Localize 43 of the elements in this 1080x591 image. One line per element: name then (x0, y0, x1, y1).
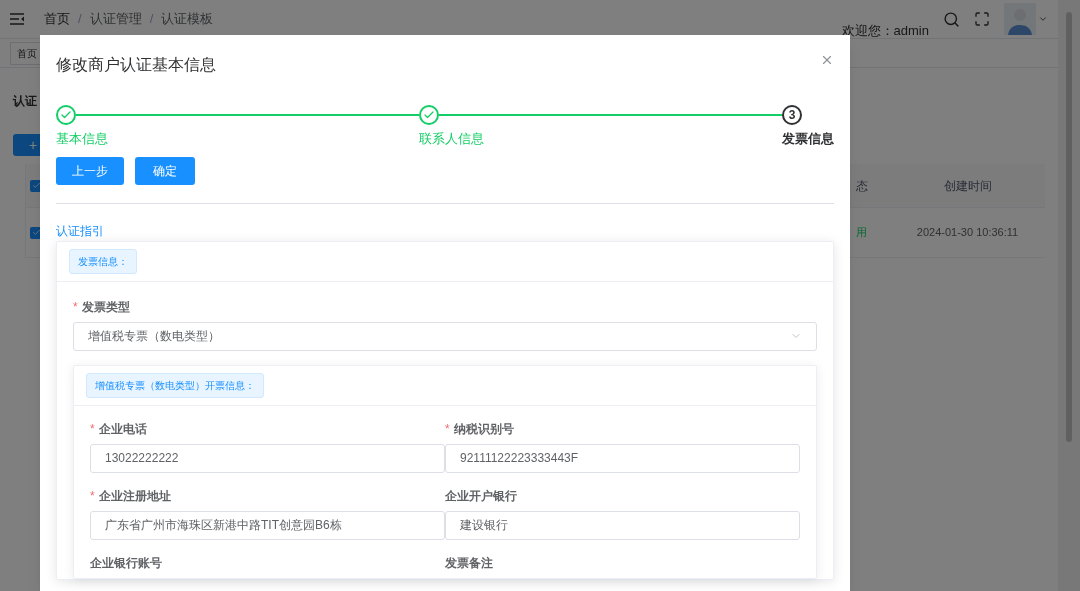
text-field[interactable]: 建设银行 (445, 510, 800, 540)
required-mark: * (73, 298, 78, 316)
column-header: 态 (856, 177, 869, 195)
dialog-button[interactable]: 确定 (135, 156, 195, 185)
avatar-icon[interactable] (1004, 3, 1036, 35)
status-tag: 用 (856, 224, 890, 241)
required-mark: * (90, 420, 95, 438)
section-tag: 发票信息： (69, 248, 137, 274)
required-mark: * (90, 487, 95, 505)
search-icon[interactable] (943, 10, 960, 28)
menu-icon[interactable] (10, 13, 24, 25)
step-label: 基本信息 (56, 130, 109, 148)
section-tag: 增值税专票（数电类型）开票信息： (86, 372, 264, 398)
field-label: 发票类型 (81, 298, 130, 316)
close-icon[interactable] (820, 53, 834, 67)
breadcrumb-separator: / (78, 10, 82, 29)
field-label: 企业电话 (98, 420, 147, 438)
text-field[interactable]: 92111122223333443F (445, 443, 800, 473)
fullscreen-icon[interactable] (974, 11, 990, 27)
field-label: 企业开户银行 (445, 487, 517, 505)
scrollbar-thumb[interactable] (1066, 12, 1072, 442)
field-label: 企业注册地址 (98, 487, 171, 505)
caret-icon[interactable] (1038, 14, 1048, 24)
required-mark: * (445, 420, 450, 438)
field-label: 发票备注 (445, 554, 493, 572)
breadcrumb-item: 认证管理 (89, 10, 142, 29)
dialog-button[interactable]: 上一步 (56, 156, 124, 185)
breadcrumb-separator: / (149, 10, 154, 29)
step-label: 发票信息 (782, 130, 834, 148)
field-label: 纳税识别号 (453, 420, 514, 438)
dialog-title: 修改商户认证基本信息 (56, 55, 216, 75)
step-number: 3 (782, 105, 802, 125)
text-field[interactable]: 13022222222 (90, 443, 445, 473)
field-label: 企业银行账号 (90, 554, 162, 572)
invoice-type-select[interactable]: 增值税专票（数电类型） (73, 321, 817, 351)
column-header: 创建时间 (942, 177, 993, 195)
guide-link[interactable]: 认证指引 (56, 221, 834, 240)
step-label: 联系人信息 (419, 130, 485, 148)
table-cell-text: 2024-01-30 10:36:11 (915, 225, 1020, 241)
page-title: 认证 (13, 93, 38, 110)
text-field[interactable]: 广东省广州市海珠区新港中路TIT创意园B6栋 (90, 510, 445, 540)
breadcrumb-item[interactable]: 首页 (44, 9, 70, 29)
breadcrumb-item: 认证模板 (161, 10, 214, 29)
